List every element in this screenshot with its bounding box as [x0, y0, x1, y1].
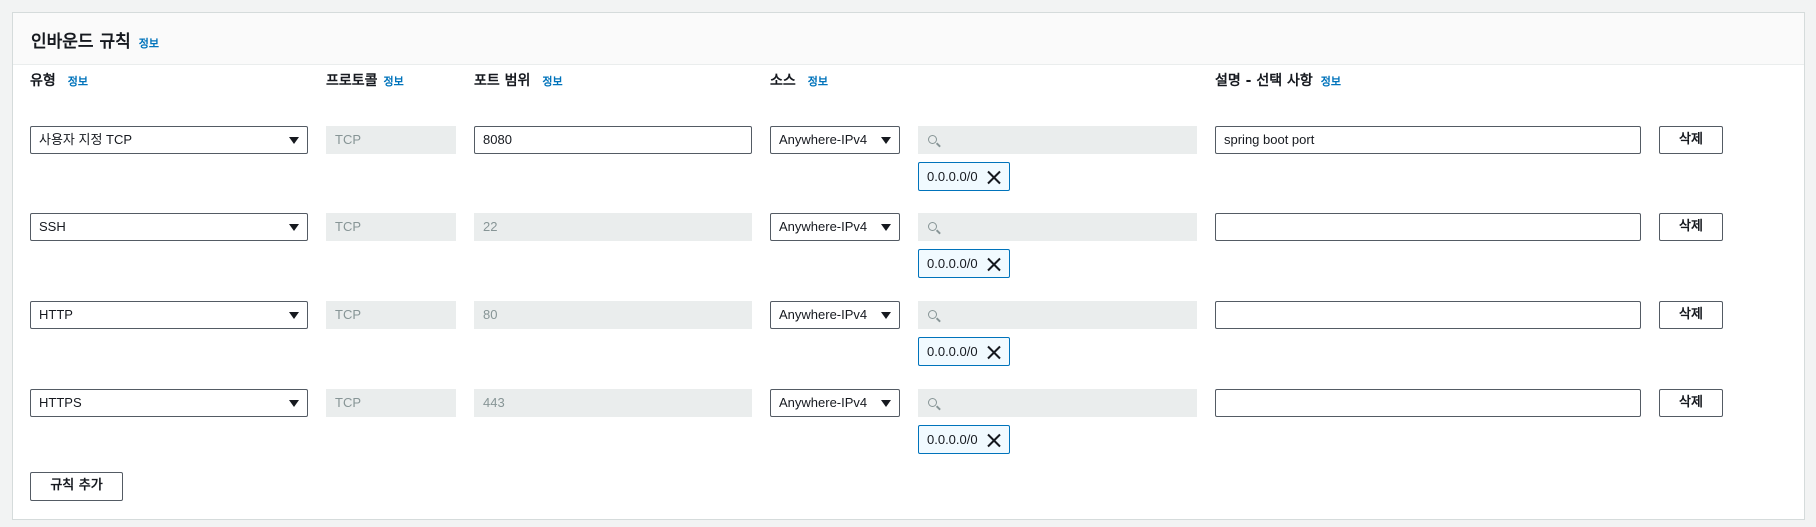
- search-icon: [928, 310, 937, 319]
- close-icon[interactable]: [987, 345, 1001, 359]
- column-header-protocol: 프로토콜 정보: [326, 70, 404, 90]
- source-type-select[interactable]: Anywhere-IPv4: [770, 301, 900, 329]
- source-search-input[interactable]: [918, 301, 1197, 329]
- rule-type-select[interactable]: 사용자 지정 TCP: [30, 126, 308, 154]
- column-header-port-range: 포트 범위 정보: [474, 70, 563, 90]
- rule-type-select[interactable]: SSH: [30, 213, 308, 241]
- column-header-type-label: 유형: [30, 73, 56, 89]
- close-icon[interactable]: [987, 433, 1001, 447]
- rule-type-select[interactable]: HTTPS: [30, 389, 308, 417]
- rule-type-value: HTTPS: [39, 395, 82, 410]
- panel-header: 인바운드 규칙 정보: [13, 13, 1804, 65]
- description-input[interactable]: [1215, 301, 1641, 329]
- source-search-input[interactable]: [918, 213, 1197, 241]
- protocol-field: TCP: [326, 126, 456, 154]
- delete-rule-button[interactable]: 삭제: [1659, 126, 1723, 154]
- source-type-value: Anywhere-IPv4: [779, 219, 868, 234]
- rule-type-value: HTTP: [39, 307, 73, 322]
- column-header-port-range-label: 포트 범위: [474, 73, 531, 89]
- inbound-rules-panel: 인바운드 규칙 정보: [12, 12, 1805, 520]
- port-range-input[interactable]: 8080: [474, 126, 752, 154]
- cidr-token-label: 0.0.0.0/0: [927, 169, 978, 184]
- delete-rule-button[interactable]: 삭제: [1659, 389, 1723, 417]
- protocol-field: TCP: [326, 389, 456, 417]
- delete-rule-button[interactable]: 삭제: [1659, 301, 1723, 329]
- close-icon[interactable]: [987, 257, 1001, 271]
- caret-down-icon: [881, 312, 891, 319]
- port-range-field: 80: [474, 301, 752, 329]
- caret-down-icon: [289, 137, 299, 144]
- add-rule-button[interactable]: 규칙 추가: [30, 472, 123, 501]
- delete-rule-button[interactable]: 삭제: [1659, 213, 1723, 241]
- source-type-value: Anywhere-IPv4: [779, 132, 868, 147]
- column-header-source-label: 소스: [770, 73, 796, 89]
- rule-type-value: 사용자 지정 TCP: [39, 132, 133, 147]
- source-info-link[interactable]: 정보: [808, 75, 828, 88]
- rule-type-value: SSH: [39, 219, 66, 234]
- column-header-type: 유형 정보: [30, 70, 88, 90]
- description-input[interactable]: [1215, 389, 1641, 417]
- caret-down-icon: [881, 137, 891, 144]
- source-type-select[interactable]: Anywhere-IPv4: [770, 213, 900, 241]
- column-header-protocol-label: 프로토콜: [326, 73, 378, 89]
- cidr-token-label: 0.0.0.0/0: [927, 256, 978, 271]
- caret-down-icon: [289, 400, 299, 407]
- source-type-select[interactable]: Anywhere-IPv4: [770, 126, 900, 154]
- search-icon: [928, 398, 937, 407]
- cidr-token: 0.0.0.0/0: [918, 162, 1010, 191]
- column-header-description: 설명 - 선택 사항 정보: [1215, 70, 1341, 90]
- caret-down-icon: [289, 224, 299, 231]
- cidr-token-label: 0.0.0.0/0: [927, 432, 978, 447]
- type-info-link[interactable]: 정보: [68, 75, 88, 88]
- description-info-link[interactable]: 정보: [1321, 75, 1341, 88]
- port-range-field: 22: [474, 213, 752, 241]
- cidr-token-label: 0.0.0.0/0: [927, 344, 978, 359]
- caret-down-icon: [881, 224, 891, 231]
- caret-down-icon: [881, 400, 891, 407]
- source-search-input[interactable]: [918, 126, 1197, 154]
- source-type-value: Anywhere-IPv4: [779, 307, 868, 322]
- cidr-token: 0.0.0.0/0: [918, 425, 1010, 454]
- description-input[interactable]: [1215, 213, 1641, 241]
- column-header-description-label: 설명 - 선택 사항: [1215, 73, 1313, 89]
- source-search-input[interactable]: [918, 389, 1197, 417]
- protocol-info-link[interactable]: 정보: [384, 75, 404, 88]
- panel-info-link[interactable]: 정보: [139, 37, 159, 50]
- source-type-select[interactable]: Anywhere-IPv4: [770, 389, 900, 417]
- column-header-source: 소스 정보: [770, 70, 828, 90]
- cidr-token: 0.0.0.0/0: [918, 337, 1010, 366]
- protocol-field: TCP: [326, 301, 456, 329]
- rule-type-select[interactable]: HTTP: [30, 301, 308, 329]
- panel-title-text: 인바운드 규칙: [31, 32, 131, 52]
- cidr-token: 0.0.0.0/0: [918, 249, 1010, 278]
- port-range-info-link[interactable]: 정보: [542, 75, 562, 88]
- search-icon: [928, 222, 937, 231]
- close-icon[interactable]: [987, 170, 1001, 184]
- source-type-value: Anywhere-IPv4: [779, 395, 868, 410]
- description-input[interactable]: spring boot port: [1215, 126, 1641, 154]
- panel-title: 인바운드 규칙 정보: [31, 27, 159, 52]
- port-range-field: 443: [474, 389, 752, 417]
- caret-down-icon: [289, 312, 299, 319]
- search-icon: [928, 135, 937, 144]
- protocol-field: TCP: [326, 213, 456, 241]
